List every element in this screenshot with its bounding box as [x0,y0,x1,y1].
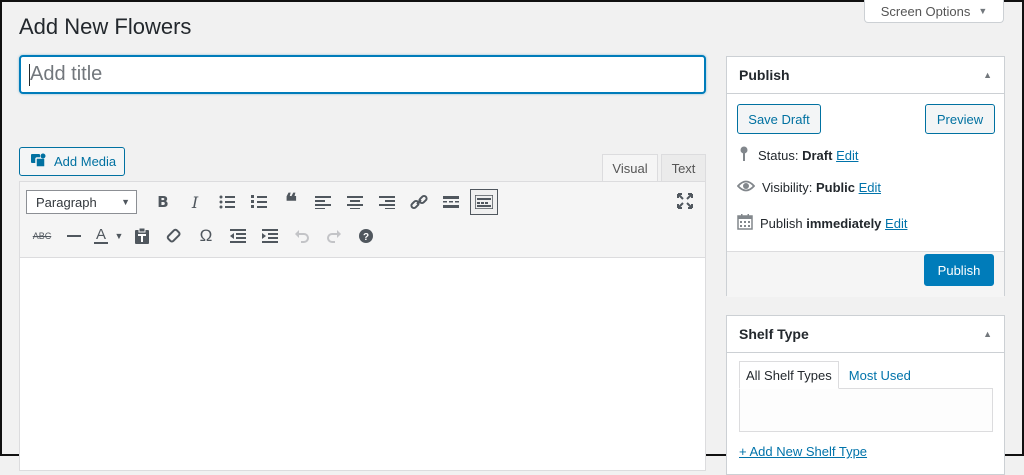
editor-toolbar: Paragraph ▼ B I ❝ ABC A ▼ Ω ? [20,182,705,258]
format-select[interactable]: Paragraph ▼ [26,190,137,214]
clear-formatting-icon[interactable] [158,222,190,250]
eye-icon [736,180,756,195]
format-select-value: Paragraph [36,194,97,210]
publish-box-header[interactable]: Publish ▲ [727,57,1004,94]
bold-icon[interactable]: B [147,188,179,216]
edit-visibility-link[interactable]: Edit [859,180,881,195]
screen-options-button[interactable]: Screen Options ▼ [864,0,1004,23]
redo-icon[interactable] [318,222,350,250]
align-right-icon[interactable] [371,188,403,216]
help-icon[interactable]: ? [350,222,382,250]
publish-actions: Publish [727,251,1004,297]
paste-text-icon[interactable] [126,222,158,250]
page-title: Add New Flowers [19,14,192,39]
outdent-icon[interactable] [222,222,254,250]
save-draft-button[interactable]: Save Draft [737,104,821,134]
shelf-type-checklist[interactable] [739,388,993,432]
publish-box-title: Publish [739,67,790,83]
pin-icon [737,146,751,165]
tab-all-shelf-types[interactable]: All Shelf Types [739,361,839,389]
publish-button[interactable]: Publish [924,254,994,286]
editor-tools: Add Media Visual Text [19,127,706,182]
numbered-list-icon[interactable] [243,188,275,216]
svg-text:?: ? [363,232,369,243]
title-input[interactable] [19,55,706,94]
triangle-up-icon[interactable]: ▲ [983,329,992,339]
link-icon[interactable] [403,188,435,216]
align-left-icon[interactable] [307,188,339,216]
shelf-type-box: Shelf Type ▲ All Shelf Types Most Used +… [726,315,1005,475]
calendar-icon [737,214,753,233]
add-media-button[interactable]: Add Media [19,147,126,176]
blockquote-icon[interactable]: ❝ [275,188,307,216]
text-caret [29,64,30,86]
chevron-down-icon[interactable]: ▼ [112,222,126,250]
triangle-down-icon: ▼ [978,6,988,16]
add-new-shelf-type-link[interactable]: + Add New Shelf Type [739,444,867,459]
schedule-row: Publish immediately Edit [737,214,907,233]
edit-status-link[interactable]: Edit [836,148,858,163]
italic-icon[interactable]: I [179,188,211,216]
preview-button[interactable]: Preview [925,104,995,134]
chevron-down-icon: ▼ [121,197,130,207]
triangle-up-icon[interactable]: ▲ [983,70,992,80]
tab-most-used[interactable]: Most Used [839,361,917,389]
tab-visual[interactable]: Visual [602,154,658,182]
schedule-value: immediately [806,216,882,231]
strikethrough-icon[interactable]: ABC [26,222,58,250]
editor-area[interactable]: Paragraph ▼ B I ❝ ABC A ▼ Ω ? [19,181,706,471]
edit-schedule-link[interactable]: Edit [885,216,907,231]
special-character-icon[interactable]: Ω [190,222,222,250]
indent-icon[interactable] [254,222,286,250]
post-editor: Add Media Visual Text Paragraph ▼ B I ❝ [19,127,706,471]
undo-icon[interactable] [286,222,318,250]
visibility-row: Visibility: Public Edit [736,180,881,195]
horizontal-line-icon[interactable] [58,222,90,250]
bullet-list-icon[interactable] [211,188,243,216]
shelf-type-box-header[interactable]: Shelf Type ▲ [727,316,1004,353]
status-value: Draft [802,148,833,163]
post-status-row: Status: Draft Edit [737,146,858,165]
read-more-icon[interactable] [435,188,467,216]
shelf-type-box-title: Shelf Type [739,326,809,342]
publish-box: Publish ▲ Save Draft Preview Status: Dra… [726,56,1005,297]
text-color-icon[interactable]: A [90,222,112,250]
shelf-type-tabs: All Shelf Types Most Used [739,361,917,389]
fullscreen-icon[interactable] [677,193,693,214]
media-icon [30,152,48,171]
tab-text[interactable]: Text [661,154,706,182]
visibility-value: Public [815,180,855,195]
toolbar-toggle-icon[interactable] [470,189,498,215]
screen-options-label: Screen Options [880,3,971,19]
add-media-label: Add Media [54,154,117,169]
align-center-icon[interactable] [339,188,371,216]
